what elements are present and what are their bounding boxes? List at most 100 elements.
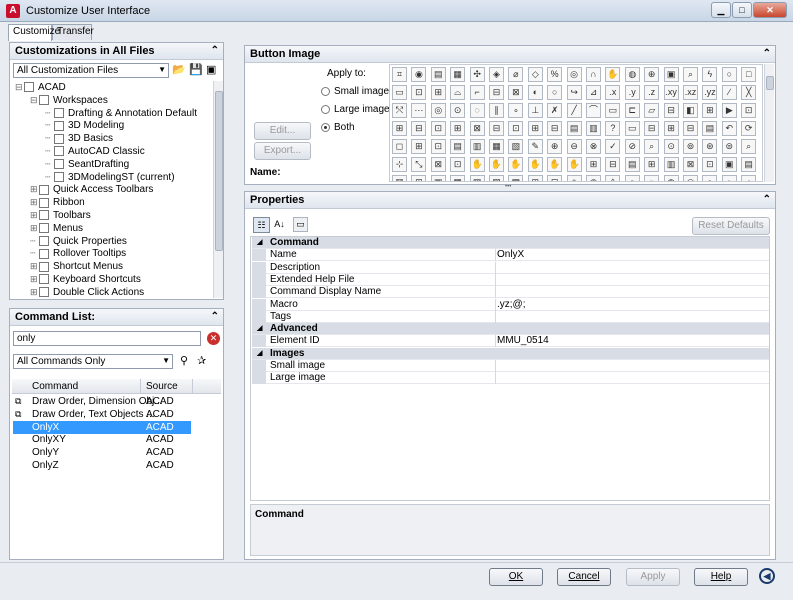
- tree-item[interactable]: ⊞ Double Click Actions: [30, 286, 144, 298]
- button-image-icon[interactable]: ✋: [508, 157, 524, 172]
- customization-file-select[interactable]: All Customization Files ▼: [13, 63, 169, 78]
- property-row[interactable]: Description: [252, 261, 769, 274]
- button-image-icon[interactable]: □: [741, 67, 757, 82]
- close-icon[interactable]: ✕: [753, 2, 787, 18]
- splitter-grip[interactable]: •••: [505, 184, 517, 190]
- button-image-icon[interactable]: ⌐: [469, 85, 485, 100]
- button-image-icon[interactable]: ⌓: [450, 85, 466, 100]
- property-value[interactable]: .yz;@;: [497, 299, 526, 311]
- button-image-icon[interactable]: ▤: [741, 157, 757, 172]
- button-image-icon[interactable]: ⊠: [430, 157, 446, 172]
- command-row[interactable]: OnlyY ACAD: [13, 446, 218, 459]
- button-image-icon[interactable]: ⊕: [644, 67, 660, 82]
- button-image-icon[interactable]: ?: [605, 121, 621, 136]
- button-image-icon[interactable]: ⤲: [392, 103, 407, 118]
- expand-node-icon[interactable]: ⊞: [30, 273, 39, 286]
- icon-grid-scrollbar[interactable]: [764, 64, 774, 182]
- large-image-radio[interactable]: Large image: [321, 104, 390, 115]
- button-image-icon[interactable]: ✗: [547, 103, 563, 118]
- minimize-icon[interactable]: ▁: [711, 2, 731, 18]
- button-image-icon[interactable]: ⊿: [586, 85, 601, 100]
- button-image-icon[interactable]: ⊟: [663, 103, 679, 118]
- save-icon[interactable]: 💾: [189, 63, 203, 76]
- tab-customize[interactable]: Customize: [8, 24, 60, 41]
- find-command-icon[interactable]: ⚲: [180, 354, 188, 367]
- button-image-icon[interactable]: ⌕: [741, 139, 757, 154]
- property-value[interactable]: MMU_0514: [497, 335, 549, 347]
- button-image-icon[interactable]: .xy: [663, 85, 679, 100]
- command-row[interactable]: ⧉ Draw Order, Text Objects ... ACAD: [13, 408, 218, 421]
- alphabetical-view-icon[interactable]: A↓: [272, 217, 287, 233]
- button-image-icon[interactable]: ∕: [721, 85, 737, 100]
- button-image-icon[interactable]: ⊞: [586, 157, 601, 172]
- button-image-icon[interactable]: ⊟: [547, 175, 563, 181]
- button-image-icon[interactable]: ▥: [663, 157, 679, 172]
- tree-item[interactable]: ┄ AutoCAD Classic: [45, 145, 145, 158]
- button-image-icon[interactable]: ◎: [430, 103, 446, 118]
- column-command[interactable]: Command: [32, 381, 78, 392]
- expand-node-icon[interactable]: ⊞: [30, 222, 39, 235]
- button-image-icon[interactable]: ◈: [566, 175, 582, 181]
- button-image-icon[interactable]: ⊠: [508, 85, 524, 100]
- button-image-icon[interactable]: ⊏: [624, 103, 640, 118]
- collapse-icon[interactable]: ⌃: [211, 311, 219, 322]
- button-image-icon[interactable]: ▤: [624, 157, 640, 172]
- button-image-icon[interactable]: ⊖: [566, 139, 582, 154]
- button-image-icon[interactable]: ▦: [450, 175, 466, 181]
- property-row[interactable]: Macro .yz;@;: [252, 298, 769, 311]
- tree-item[interactable]: ⊞ Shortcut Menus: [30, 260, 123, 273]
- button-image-icon[interactable]: ◐: [721, 175, 737, 181]
- button-image-icon[interactable]: ✋: [547, 157, 563, 172]
- reset-defaults-button[interactable]: Reset Defaults: [692, 217, 770, 235]
- button-image-icon[interactable]: ⊞: [411, 139, 427, 154]
- button-image-icon[interactable]: ϟ: [702, 67, 718, 82]
- edit-button[interactable]: Edit...: [254, 122, 311, 140]
- button-image-icon[interactable]: ◐: [527, 85, 543, 100]
- button-image-icon[interactable]: ⟳: [741, 121, 757, 136]
- button-image-icon[interactable]: ◊: [605, 175, 621, 181]
- button-image-icon[interactable]: ◑: [741, 175, 757, 181]
- button-image-icon[interactable]: ↶: [721, 121, 737, 136]
- collapse-panes-icon[interactable]: ◀: [759, 568, 775, 584]
- button-image-icon[interactable]: ◉: [411, 67, 427, 82]
- button-image-icon[interactable]: ◧: [683, 103, 698, 118]
- tree-item[interactable]: ┄ SeantDrafting: [45, 158, 129, 171]
- collapse-node-icon[interactable]: ⊟: [15, 81, 24, 94]
- button-image-icon[interactable]: ▶: [721, 103, 737, 118]
- button-image-icon[interactable]: ⊟: [547, 121, 563, 136]
- button-image-icon[interactable]: .xz: [683, 85, 698, 100]
- button-image-icon[interactable]: ⊟: [683, 121, 698, 136]
- button-image-icon[interactable]: ▧: [469, 175, 485, 181]
- button-image-icon[interactable]: ⌕: [644, 139, 660, 154]
- button-image-icon[interactable]: ✣: [469, 67, 485, 82]
- expand-node-icon[interactable]: ⊞: [30, 196, 39, 209]
- button-image-icon[interactable]: ◌: [644, 175, 660, 181]
- button-image-icon[interactable]: ⊙: [450, 103, 466, 118]
- command-row[interactable]: OnlyXY ACAD: [13, 433, 218, 446]
- button-image-icon[interactable]: ⊞: [527, 121, 543, 136]
- button-image-icon[interactable]: ⊗: [586, 139, 601, 154]
- button-image-icon[interactable]: .yz: [702, 85, 718, 100]
- tree-item[interactable]: ┄ 3D Modeling: [45, 119, 124, 132]
- command-filter-select[interactable]: All Commands Only ▼: [13, 354, 173, 369]
- expand-node-icon[interactable]: ⊞: [30, 260, 39, 273]
- button-image-icon[interactable]: ∘: [508, 103, 524, 118]
- button-image-icon[interactable]: ▧: [508, 139, 524, 154]
- button-image-icon[interactable]: ⊛: [702, 139, 718, 154]
- button-image-icon[interactable]: ⊞: [702, 103, 718, 118]
- button-image-icon[interactable]: ▤: [702, 121, 718, 136]
- button-image-icon[interactable]: ○: [721, 67, 737, 82]
- tree-item[interactable]: ┄ Drafting & Annotation Default: [45, 107, 197, 120]
- column-source[interactable]: Source: [146, 381, 178, 392]
- button-image-icon[interactable]: ⊙: [663, 139, 679, 154]
- tree-item[interactable]: ⊞ Toolbars: [30, 209, 91, 222]
- property-category[interactable]: ◢ Images: [252, 347, 769, 360]
- collapse-icon[interactable]: ⌃: [211, 45, 219, 56]
- button-image-icon[interactable]: ▦: [489, 139, 504, 154]
- button-image-icon[interactable]: ⊞: [644, 157, 660, 172]
- tree-scrollbar[interactable]: [213, 81, 223, 298]
- button-image-icon[interactable]: ▭: [605, 103, 621, 118]
- tree-item[interactable]: ┄ 3DModelingST (current): [45, 171, 175, 184]
- button-image-icon[interactable]: ⊡: [741, 103, 757, 118]
- tree-scroll-thumb[interactable]: [215, 91, 223, 251]
